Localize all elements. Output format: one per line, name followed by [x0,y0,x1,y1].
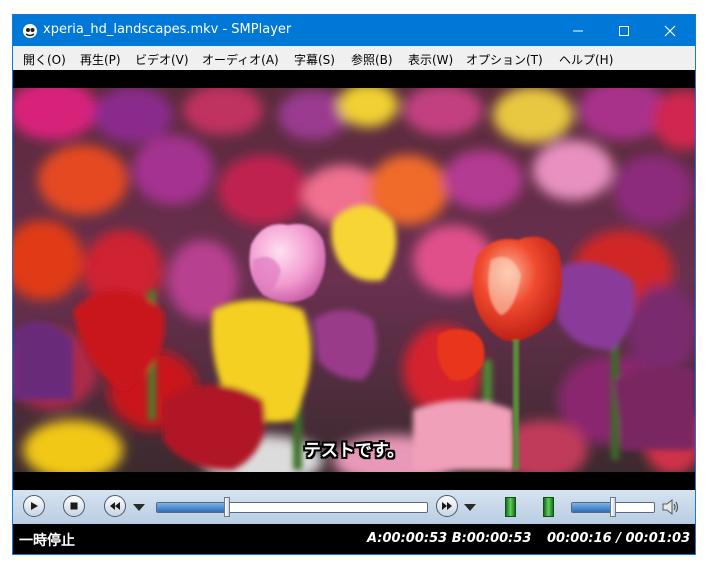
title-bar[interactable]: xperia_hd_landscapes.mkv - SMPlayer [13,15,695,46]
forward-button[interactable] [436,495,458,517]
menu-options[interactable]: オプション(T) [466,51,543,68]
seek-progress [157,503,228,512]
menu-open[interactable]: 開く(O) [23,51,66,68]
menu-bar: 開く(O) 再生(P) ビデオ(V) オーディオ(A) 字幕(S) 参照(B) … [13,46,695,70]
maximize-button[interactable] [601,15,647,46]
stop-icon [70,502,78,510]
volume-level [572,503,613,512]
minimize-icon [573,30,583,31]
speaker-button[interactable] [661,498,681,520]
close-button[interactable] [647,15,693,46]
audio-level-indicator-left [505,497,516,517]
rewind-button[interactable] [104,495,126,517]
menu-subtitles[interactable]: 字幕(S) [294,51,335,68]
stop-button[interactable] [63,495,85,517]
smplayer-app-icon [22,23,38,39]
menu-audio[interactable]: オーディオ(A) [202,51,279,68]
window-title: xperia_hd_landscapes.mkv - SMPlayer [43,22,292,37]
speaker-icon [662,498,679,516]
control-bar [13,490,695,524]
ab-repeat-markers: A:00:00:53 B:00:00:53 [367,531,532,546]
rewind-icon [110,502,120,510]
video-frame-tulips [13,70,695,490]
close-icon [664,25,676,36]
player-window: xperia_hd_landscapes.mkv - SMPlayer 開く(O… [12,14,696,555]
audio-level-indicator-right [543,497,554,517]
seek-handle[interactable] [223,497,230,517]
seek-bar[interactable] [156,502,428,513]
rewind-dropdown-arrow[interactable] [133,504,145,511]
play-icon [31,502,38,510]
volume-handle[interactable] [610,497,616,517]
playback-state: 一時停止 [19,533,75,549]
forward-icon [442,502,452,510]
menu-play[interactable]: 再生(P) [80,51,121,68]
status-bar: 一時停止 A:00:00:53 B:00:00:53 00:00:16 / 00… [13,524,695,554]
menu-view[interactable]: 表示(W) [408,51,453,68]
subtitle-text: テストです。 [303,441,405,461]
menu-browse[interactable]: 参照(B) [351,51,393,68]
play-button[interactable] [23,495,45,517]
minimize-button[interactable] [555,15,601,46]
menu-help[interactable]: ヘルプ(H) [559,51,613,68]
maximize-icon [619,25,629,36]
time-display: 00:00:16 / 00:01:03 [547,531,691,546]
forward-dropdown-arrow[interactable] [464,504,476,511]
video-area[interactable]: テストです。 [13,70,695,490]
menu-video[interactable]: ビデオ(V) [135,51,189,68]
